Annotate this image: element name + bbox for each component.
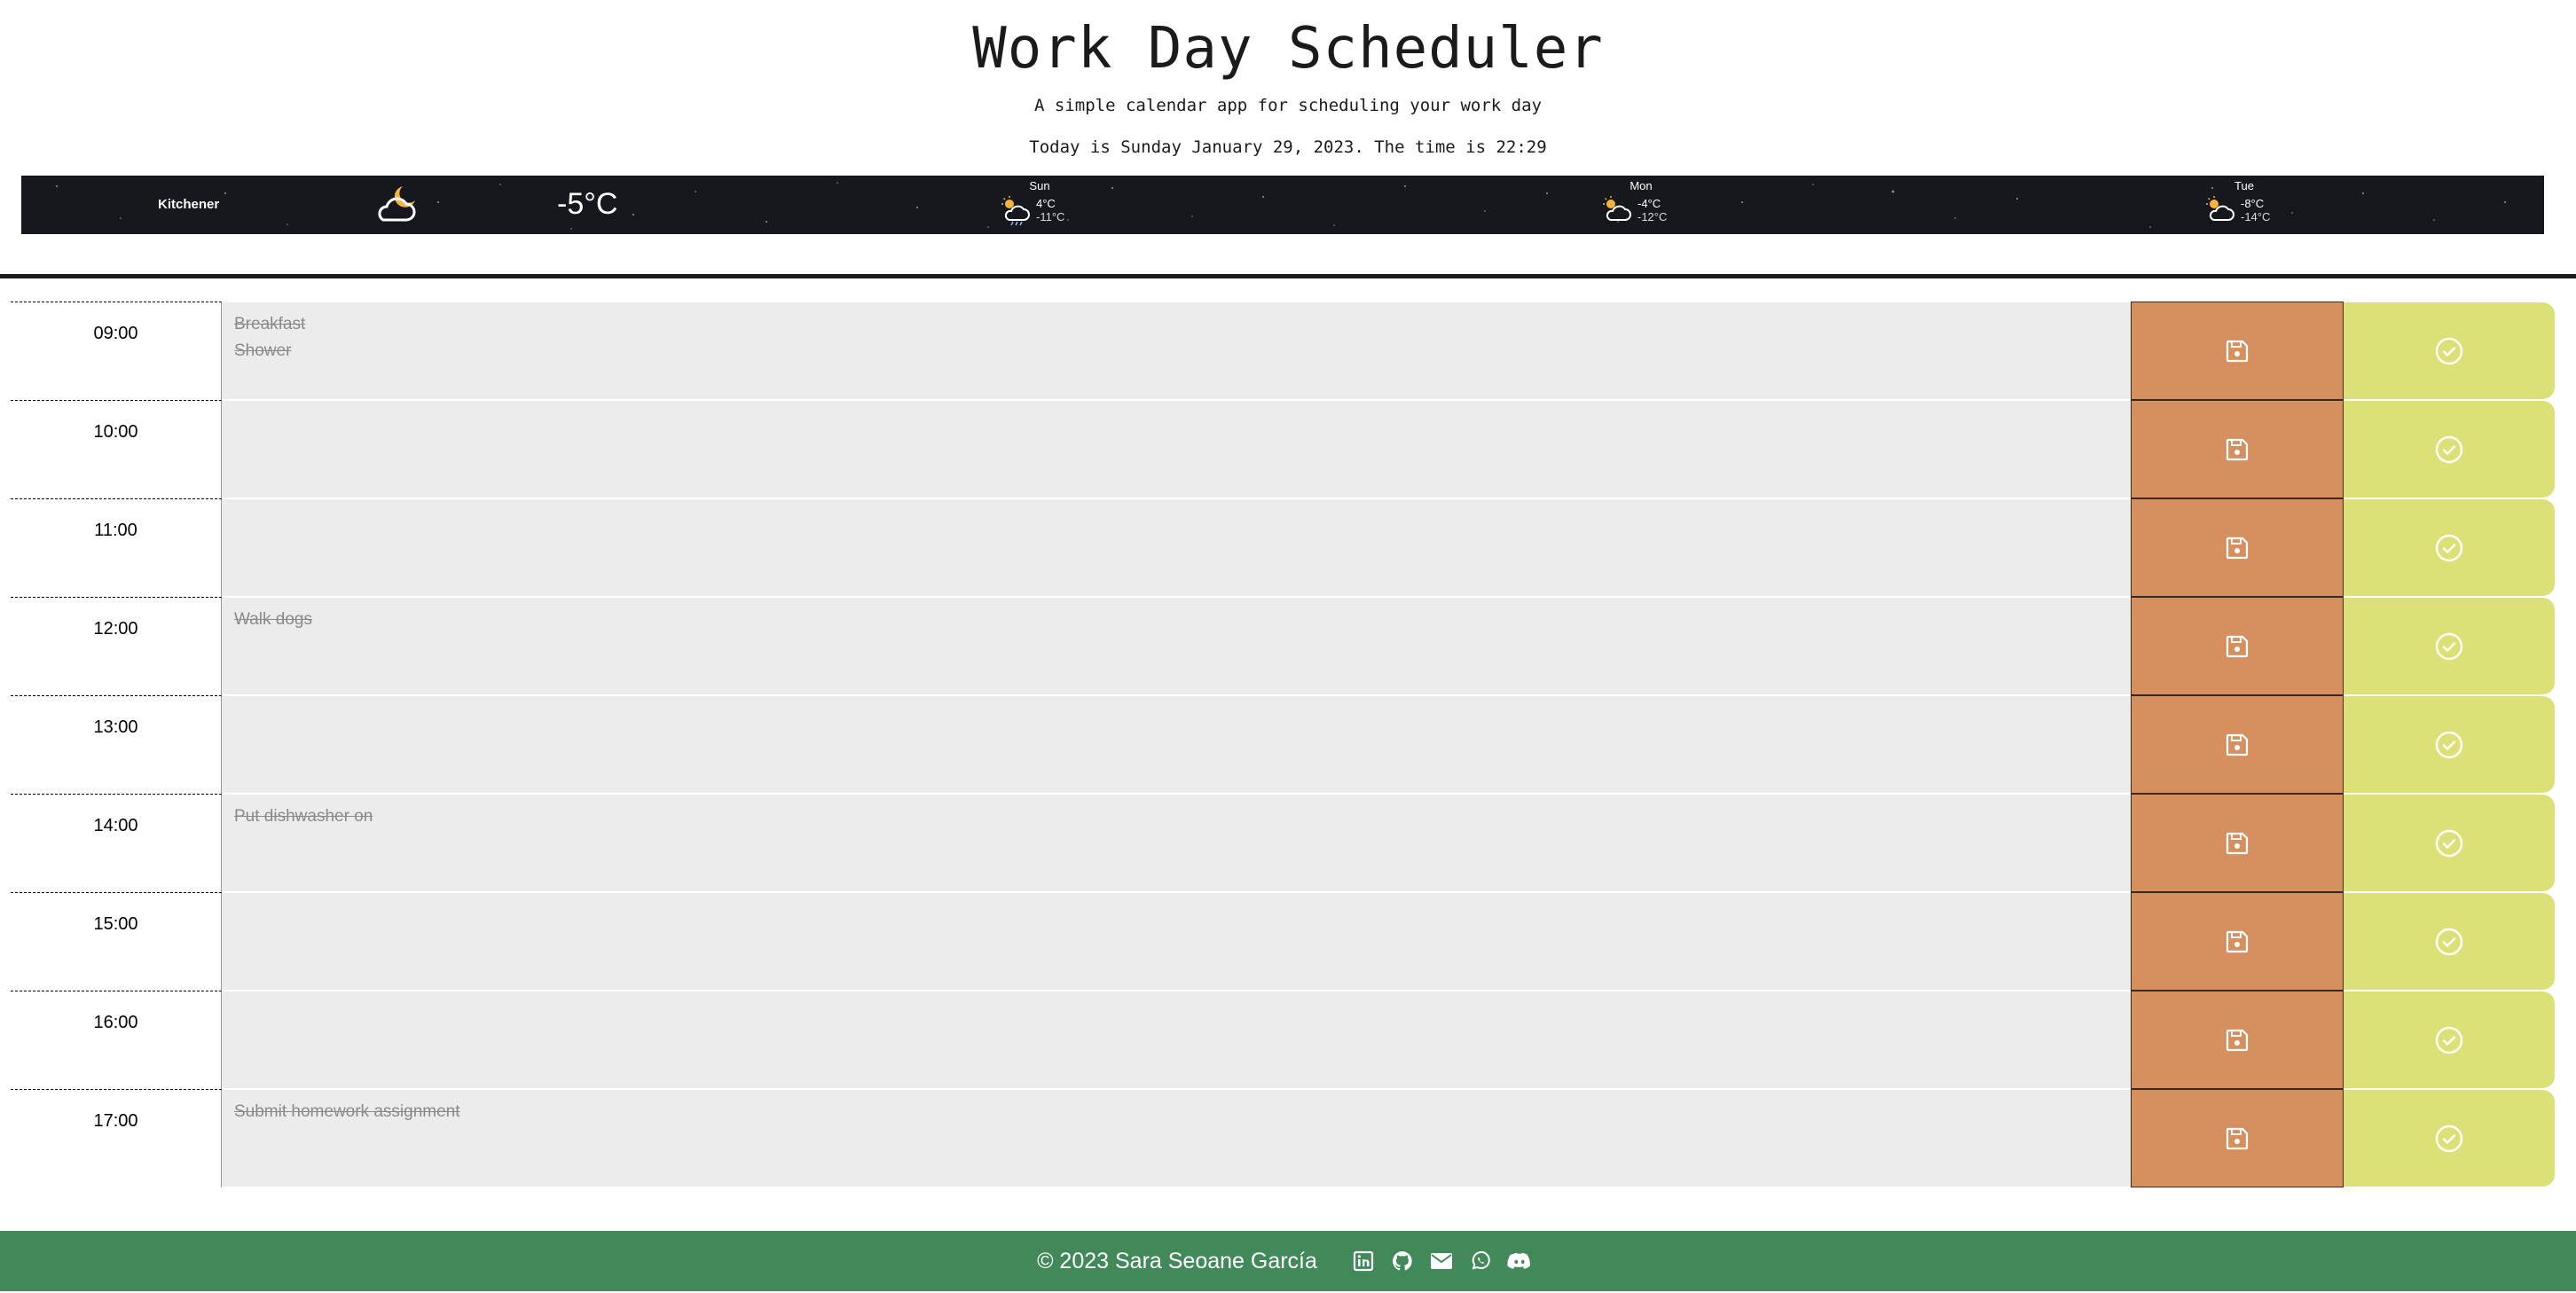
done-button[interactable] [2344, 695, 2555, 794]
done-button[interactable] [2344, 892, 2555, 991]
event-description-textarea[interactable] [222, 991, 2131, 1089]
time-block-row: 10:00 [11, 400, 2555, 498]
time-block-row: 16:00 [11, 991, 2555, 1089]
floppy-disk-icon [2226, 340, 2249, 362]
check-circle-icon [2435, 1125, 2463, 1152]
forecast-day: Tue -8°C -14°C [2205, 177, 2294, 231]
event-description-textarea[interactable]: Submit homework assignment [222, 1089, 2131, 1187]
time-block-row: 11:00 [11, 498, 2555, 597]
planner: 09:00 Breakfast Shower 10:00 11:00 12:00… [11, 302, 2555, 1187]
check-circle-icon [2435, 1026, 2463, 1054]
floppy-disk-icon [2226, 930, 2249, 952]
footer: © 2023 Sara Seoane García [0, 1231, 2576, 1291]
floppy-disk-icon [2226, 832, 2249, 854]
save-button[interactable] [2131, 892, 2344, 991]
floppy-disk-icon [2226, 733, 2249, 756]
check-circle-icon [2435, 928, 2463, 955]
forecast-day: Sun 4°C -11°C [1001, 177, 1089, 231]
event-description-textarea[interactable] [222, 498, 2131, 597]
time-block-row: 15:00 [11, 892, 2555, 991]
partly-cloudy-day-icon [1603, 196, 1631, 221]
hour-label: 10:00 [11, 400, 222, 498]
hour-label: 16:00 [11, 991, 222, 1089]
save-button[interactable] [2131, 498, 2344, 597]
check-circle-icon [2435, 829, 2463, 857]
check-circle-icon [2435, 731, 2463, 758]
event-description-textarea[interactable] [222, 892, 2131, 991]
event-description-textarea[interactable]: Walk dogs [222, 597, 2131, 695]
weather-widget: Kitchener -5°C Sun 4°C -11°C Mon -4°C -1… [21, 176, 2544, 234]
discord-icon[interactable] [1507, 1249, 1532, 1273]
done-button[interactable] [2344, 597, 2555, 695]
forecast-low: -11°C [1036, 210, 1065, 223]
save-button[interactable] [2131, 302, 2344, 400]
time-block-row: 14:00 Put dishwasher on [11, 794, 2555, 892]
save-button[interactable] [2131, 400, 2344, 498]
save-button[interactable] [2131, 1089, 2344, 1187]
floppy-disk-icon [2226, 537, 2249, 559]
save-button[interactable] [2131, 695, 2344, 794]
hour-label: 12:00 [11, 597, 222, 695]
floppy-disk-icon [2226, 635, 2249, 657]
check-circle-icon [2435, 435, 2463, 463]
event-description-textarea[interactable]: Put dishwasher on [222, 794, 2131, 892]
forecast-high: 4°C [1036, 197, 1056, 210]
save-button[interactable] [2131, 597, 2344, 695]
save-button[interactable] [2131, 794, 2344, 892]
current-temperature: -5°C [557, 187, 618, 221]
footer-copyright: © 2023 Sara Seoane García [1037, 1248, 1317, 1273]
done-button[interactable] [2344, 302, 2555, 400]
time-block-row: 13:00 [11, 695, 2555, 794]
floppy-disk-icon [2226, 1127, 2249, 1149]
hour-label: 09:00 [11, 302, 222, 400]
page-subtitle: A simple calendar app for scheduling you… [1034, 96, 1542, 115]
hour-label: 14:00 [11, 794, 222, 892]
forecast-day-name: Tue [2234, 179, 2254, 192]
forecast-day: Mon -4°C -12°C [1602, 177, 1691, 231]
floppy-disk-icon [2226, 1029, 2249, 1051]
hour-label: 17:00 [11, 1089, 222, 1187]
hour-label: 13:00 [11, 695, 222, 794]
forecast-high: -4°C [1637, 197, 1661, 210]
event-description-textarea[interactable]: Breakfast Shower [222, 302, 2131, 400]
done-button[interactable] [2344, 400, 2555, 498]
floppy-disk-icon [2226, 438, 2249, 460]
time-block-row: 09:00 Breakfast Shower [11, 302, 2555, 400]
partly-cloudy-day-icon [2206, 196, 2234, 221]
time-block-row: 17:00 Submit homework assignment [11, 1089, 2555, 1187]
done-button[interactable] [2344, 498, 2555, 597]
forecast-high: -8°C [2241, 197, 2265, 210]
email-icon[interactable] [1429, 1249, 1454, 1273]
done-button[interactable] [2344, 794, 2555, 892]
save-button[interactable] [2131, 991, 2344, 1089]
github-icon[interactable] [1390, 1249, 1415, 1273]
partly-cloudy-rain-icon [1001, 196, 1030, 226]
check-circle-icon [2435, 534, 2463, 561]
forecast-low: -14°C [2241, 210, 2271, 223]
forecast-low: -12°C [1637, 210, 1668, 223]
hour-label: 15:00 [11, 892, 222, 991]
forecast-day-name: Mon [1630, 179, 1653, 192]
header: Work Day Scheduler A simple calendar app… [0, 0, 2576, 278]
check-circle-icon [2435, 632, 2463, 660]
page-title: Work Day Scheduler [972, 16, 1604, 82]
done-button[interactable] [2344, 991, 2555, 1089]
weather-city: Kitchener [158, 197, 220, 212]
current-date-time: Today is Sunday January 29, 2023. The ti… [1029, 137, 1547, 157]
event-description-textarea[interactable] [222, 695, 2131, 794]
done-button[interactable] [2344, 1089, 2555, 1187]
whatsapp-icon[interactable] [1468, 1249, 1493, 1273]
time-block-row: 12:00 Walk dogs [11, 597, 2555, 695]
forecast-day-name: Sun [1029, 179, 1050, 192]
check-circle-icon [2435, 337, 2463, 364]
hour-label: 11:00 [11, 498, 222, 597]
linkedin-icon[interactable] [1351, 1249, 1376, 1273]
event-description-textarea[interactable] [222, 400, 2131, 498]
partly-cloudy-night-icon [378, 186, 416, 222]
